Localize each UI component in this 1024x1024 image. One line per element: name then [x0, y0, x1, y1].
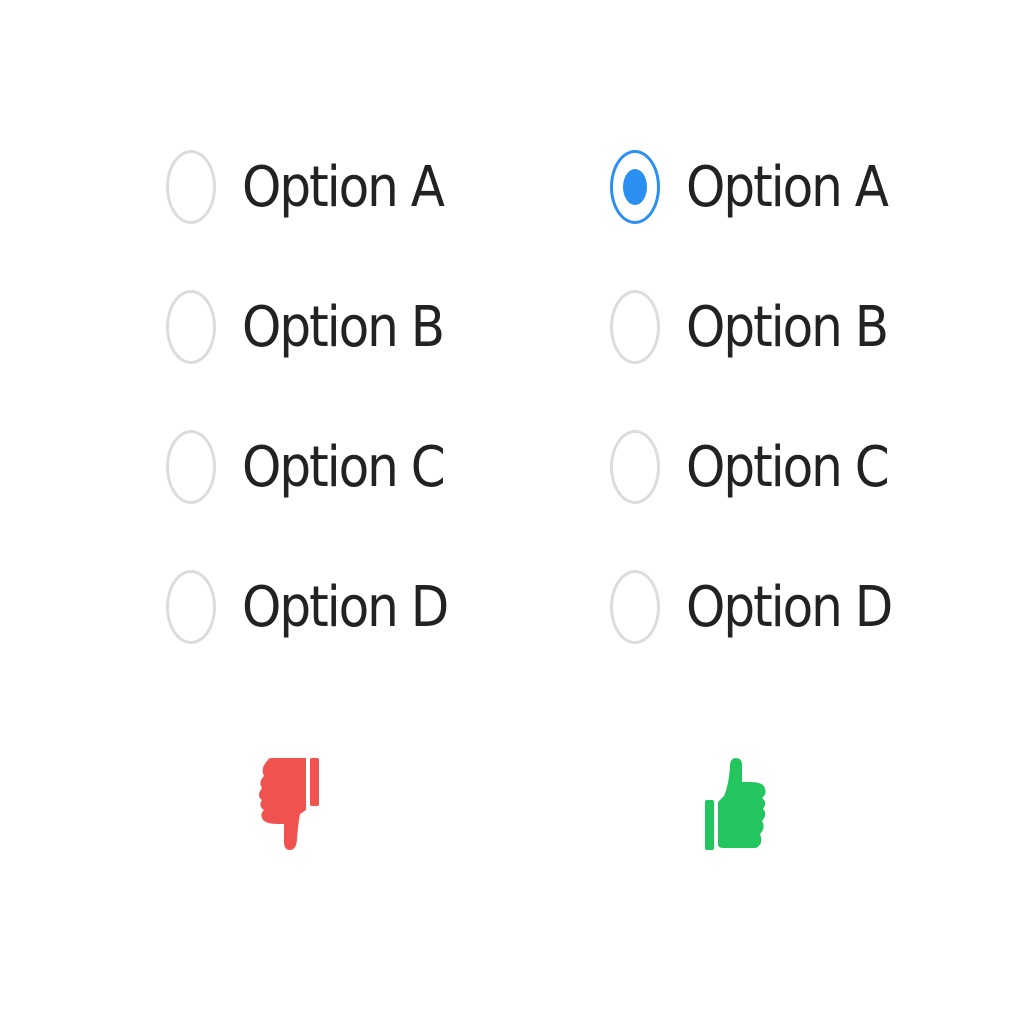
- radio-selected-dot: [623, 169, 647, 205]
- radio-label-d: Option D: [242, 574, 449, 640]
- radio-button-d[interactable]: [610, 570, 660, 644]
- radio-option-d[interactable]: Option D: [610, 570, 930, 644]
- radio-label-c: Option C: [242, 434, 446, 500]
- radio-label-d: Option D: [686, 574, 893, 640]
- radio-button-b[interactable]: [166, 290, 216, 364]
- thumbs-up-icon: [705, 758, 766, 850]
- radio-label-b: Option B: [686, 294, 889, 360]
- radio-button-a-selected[interactable]: [610, 150, 660, 224]
- radio-label-a: Option A: [686, 154, 889, 220]
- radio-label-c: Option C: [686, 434, 890, 500]
- radio-option-d[interactable]: Option D: [166, 570, 486, 644]
- radio-button-c[interactable]: [166, 430, 216, 504]
- radio-option-a[interactable]: Option A: [166, 150, 486, 224]
- radio-button-a[interactable]: [166, 150, 216, 224]
- radio-group-selected: Option A Option B Option C Option D: [610, 150, 930, 644]
- radio-button-b[interactable]: [610, 290, 660, 364]
- radio-comparison-canvas: Option A Option B Option C Option D Opti…: [0, 0, 1024, 1024]
- radio-option-b[interactable]: Option B: [166, 290, 486, 364]
- radio-label-a: Option A: [242, 154, 445, 220]
- radio-button-d[interactable]: [166, 570, 216, 644]
- radio-option-b[interactable]: Option B: [610, 290, 930, 364]
- radio-group-unselected: Option A Option B Option C Option D: [166, 150, 486, 644]
- radio-option-c[interactable]: Option C: [166, 430, 486, 504]
- thumbs-down-icon: [259, 758, 319, 850]
- radio-option-a[interactable]: Option A: [610, 150, 930, 224]
- radio-label-b: Option B: [242, 294, 445, 360]
- radio-button-c[interactable]: [610, 430, 660, 504]
- radio-option-c[interactable]: Option C: [610, 430, 930, 504]
